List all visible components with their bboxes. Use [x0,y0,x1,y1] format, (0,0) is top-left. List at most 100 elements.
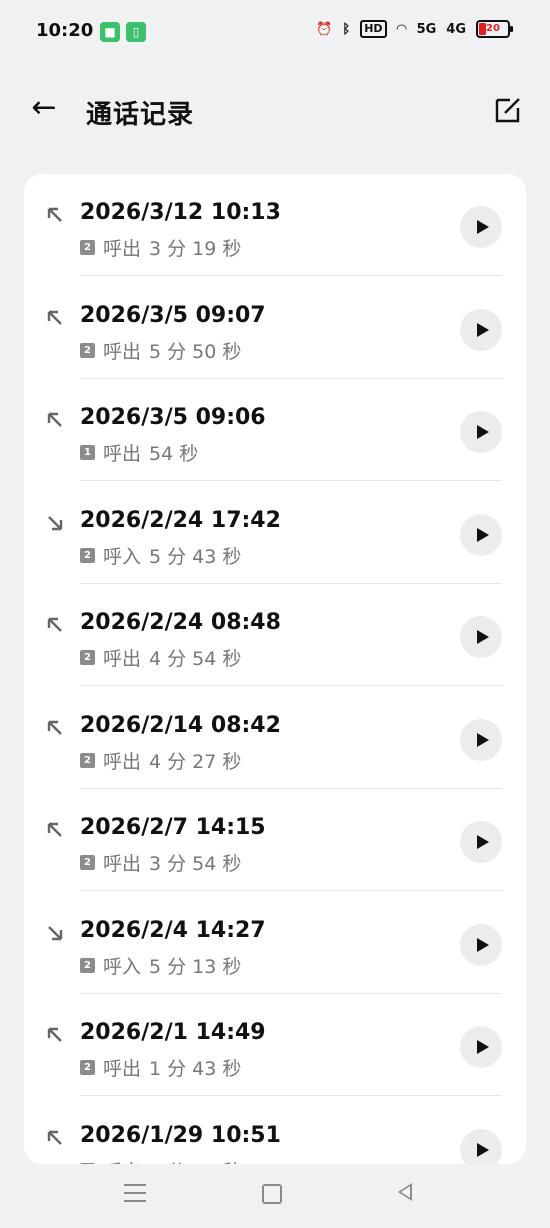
call-duration: 5 分 13 秒 [149,955,242,978]
outgoing-call-arrow-icon [47,822,62,837]
app-header: ← 通话记录 [0,70,550,154]
play-icon[interactable] [460,616,502,658]
call-datetime: 2026/1/29 10:51 [80,1122,281,1148]
call-datetime: 2026/3/12 10:13 [80,200,281,225]
incoming-call-arrow-icon [48,925,63,940]
home-icon[interactable] [262,1184,282,1204]
call-type: 呼出 [103,238,142,260]
system-nav-bar [0,1170,550,1228]
sim-card-icon: 2 [80,957,95,973]
sim-card-icon: 2 [80,855,95,870]
network-4g-icon: 4G [446,21,466,37]
call-details: 2 呼出 4 分 27 秒 [80,747,241,774]
call-log-item[interactable]: 2026/2/24 08:48 2 呼出 4 分 54 秒 [24,584,526,686]
call-log-item[interactable]: 2026/2/7 14:15 2 呼出 3 分 54 秒 [24,789,526,891]
call-datetime: 2026/3/5 09:06 [80,405,266,430]
call-log-list: 2026/3/12 10:13 2 呼出 3 分 19 秒 2026/3/5 09:07… [24,174,526,1164]
back-arrow-icon[interactable]: ← [24,88,64,128]
call-details: 2 呼出 1 分 43 秒 [80,1054,241,1081]
wifi-icon: ◠ [396,21,407,37]
outgoing-call-arrow-icon [47,207,62,222]
call-datetime: 2026/2/1 14:49 [80,1020,266,1045]
call-datetime: 2026/2/4 14:27 [80,917,266,943]
call-log-item[interactable]: 2026/3/12 10:13 2 呼出 3 分 19 秒 [24,174,526,276]
call-log-item[interactable]: 2026/2/14 08:42 2 呼出 4 分 27 秒 [24,687,526,789]
call-type: 呼出 [103,1157,141,1165]
play-icon[interactable] [460,821,502,863]
outgoing-call-arrow-icon [47,720,62,735]
sim-card-icon: 2 [80,240,95,255]
call-details: 1 呼出 54 秒 [80,439,198,466]
call-details: 2 呼出 1 分 13 秒 [80,1157,241,1165]
system-back-icon[interactable] [398,1183,412,1201]
sim-card-icon: 2 [80,1162,95,1164]
incoming-call-arrow-icon [48,515,63,530]
call-duration: 4 分 54 秒 [149,648,242,670]
sim-card-icon: 1 [80,445,95,460]
alarm-icon: ⏰ [316,21,333,37]
call-details: 2 呼入 5 分 13 秒 [80,952,241,979]
edit-icon[interactable] [492,94,524,126]
call-duration: 54 秒 [149,443,199,465]
call-log-item[interactable]: 2026/2/4 14:27 2 呼入 5 分 13 秒 [24,892,526,994]
play-icon[interactable] [460,513,502,556]
status-bar: 10:20 ■ ▯ ⏰ ᛒ HD ◠ 5G 4G 20 [0,0,550,62]
call-type: 呼入 [103,545,142,568]
call-type: 呼入 [103,955,142,978]
outgoing-call-arrow-icon [47,1027,62,1042]
play-icon[interactable] [460,308,502,351]
battery-icon: 20 [476,20,513,38]
play-icon[interactable] [460,1026,502,1068]
play-icon[interactable] [460,206,502,248]
play-icon[interactable] [460,1128,502,1164]
bluetooth-icon: ᛒ [342,21,351,37]
call-details: 2 呼出 3 分 54 秒 [80,849,241,876]
app-notification-icon: ▯ [126,22,146,42]
call-datetime: 2026/3/5 09:07 [80,302,266,328]
sim-card-icon: 2 [80,342,95,358]
call-details: 2 呼出 3 分 19 秒 [80,234,241,261]
outgoing-call-arrow-icon [47,1130,62,1145]
call-details: 2 呼出 5 分 50 秒 [80,337,241,364]
status-time: 10:20 [36,20,94,41]
page-title: 通话记录 [86,100,195,130]
call-duration: 5 分 43 秒 [149,545,242,568]
play-icon[interactable] [460,923,502,966]
call-type: 呼出 [103,750,142,773]
outgoing-call-arrow-icon [47,412,62,427]
message-app-icon: ■ [100,22,120,42]
call-details: 2 呼入 5 分 43 秒 [80,542,241,569]
call-type: 呼出 [103,1058,142,1080]
call-type: 呼出 [103,648,142,670]
call-log-item[interactable]: 2026/1/29 10:51 2 呼出 1 分 13 秒 [24,1097,526,1165]
call-datetime: 2026/2/24 08:48 [80,610,281,635]
call-type: 呼出 [103,340,142,363]
call-log-item[interactable]: 2026/2/1 14:49 2 呼出 1 分 43 秒 [24,994,526,1096]
outgoing-call-arrow-icon [47,310,62,325]
call-log-item[interactable]: 2026/3/5 09:06 1 呼出 54 秒 [24,379,526,481]
status-indicators: ⏰ ᛒ HD ◠ 5G 4G 20 [316,20,513,38]
sim-card-icon: 2 [80,650,95,665]
call-duration: 3 分 19 秒 [149,238,242,260]
call-log-item[interactable]: 2026/2/24 17:42 2 呼入 5 分 43 秒 [24,482,526,584]
call-type: 呼出 [103,853,142,875]
call-log-item[interactable]: 2026/3/5 09:07 2 呼出 5 分 50 秒 [24,277,526,379]
call-type: 呼出 [103,443,142,465]
outgoing-call-arrow-icon [47,617,62,632]
call-datetime: 2026/2/14 08:42 [80,712,281,738]
hd-icon: HD [360,20,387,38]
call-duration: 3 分 54 秒 [149,853,242,875]
recent-apps-icon[interactable] [124,1184,146,1202]
sim-card-icon: 2 [80,1060,95,1075]
sim-card-icon: 2 [80,752,95,768]
play-icon[interactable] [460,411,502,453]
sim-card-icon: 2 [80,547,95,563]
call-duration: 4 分 27 秒 [149,750,242,773]
play-icon[interactable] [460,718,502,761]
call-duration: 1 分 13 秒 [149,1157,241,1165]
call-datetime: 2026/2/24 17:42 [80,507,281,533]
call-duration: 5 分 50 秒 [149,340,242,363]
call-datetime: 2026/2/7 14:15 [80,815,266,840]
call-details: 2 呼出 4 分 54 秒 [80,644,241,671]
network-5g-icon: 5G [416,21,437,37]
